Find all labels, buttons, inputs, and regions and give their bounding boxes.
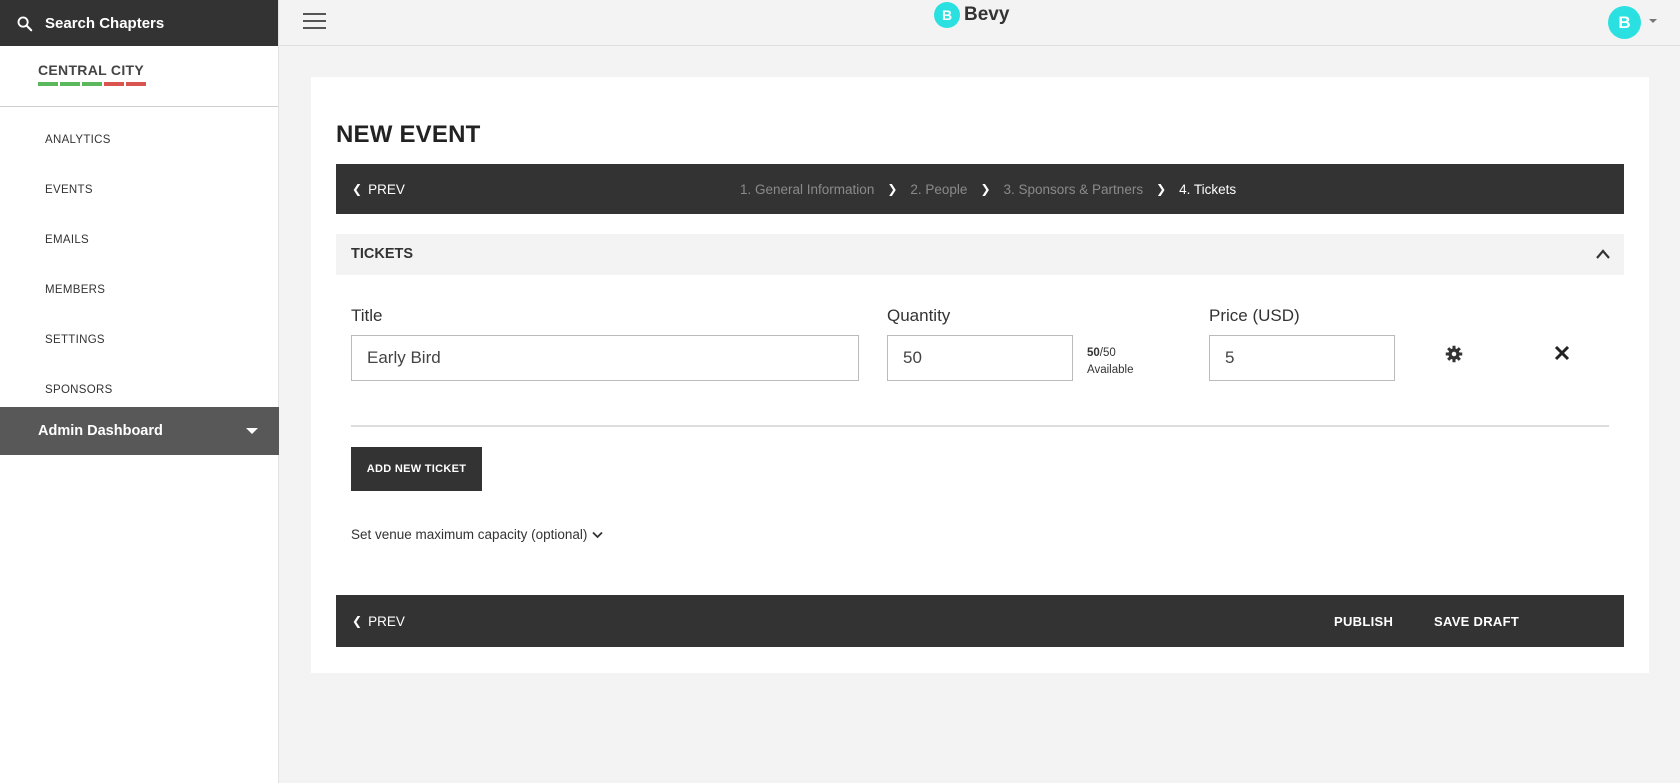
topbar: B Bevy B: [279, 0, 1680, 46]
admin-dashboard-toggle[interactable]: Admin Dashboard: [0, 407, 279, 455]
chevron-right-icon: ❯: [980, 182, 991, 196]
search-chapters[interactable]: Search Chapters: [0, 0, 278, 46]
sidebar-item-settings[interactable]: SETTINGS: [0, 315, 278, 365]
search-icon: [17, 16, 33, 31]
chevron-left-icon: ❮: [352, 614, 363, 628]
health-bar-5: [126, 82, 146, 86]
tickets-section-title: TICKETS: [351, 246, 414, 262]
prev-label: PREV: [368, 181, 405, 197]
sidebar-item-emails[interactable]: EMAILS: [0, 215, 278, 265]
step-general-information[interactable]: 1. General Information: [740, 182, 874, 197]
logo-mark-icon: B: [934, 2, 960, 28]
new-event-card: NEW EVENT ❮ PREV 1. General Information …: [311, 77, 1649, 673]
quantity-label: Quantity: [887, 306, 951, 325]
bottom-prev-label: PREV: [368, 613, 405, 629]
step-sponsors-partners[interactable]: 3. Sponsors & Partners: [1004, 182, 1144, 197]
bottom-action-bar: ❮ PREV PUBLISH SAVE DRAFT: [336, 595, 1624, 647]
health-bar-4: [104, 82, 124, 86]
gear-icon[interactable]: [1445, 345, 1463, 363]
chapter-health-bars: [38, 82, 278, 86]
health-bar-1: [38, 82, 58, 86]
chapter-name: CENTRAL CITY: [38, 62, 145, 78]
step-navigation: ❮ PREV 1. General Information ❯ 2. Peopl…: [336, 164, 1624, 214]
tickets-section-header[interactable]: TICKETS: [336, 234, 1624, 275]
available-count: 50: [1087, 347, 1100, 359]
available-total: /50: [1099, 347, 1116, 359]
available-label: Available: [1087, 364, 1134, 376]
tickets-available: 50/50 Available: [1087, 345, 1133, 379]
sidebar: Search Chapters CENTRAL CITY ANALYTICS E…: [0, 0, 279, 783]
step-people[interactable]: 2. People: [910, 182, 967, 197]
bevy-logo[interactable]: B Bevy: [934, 2, 1009, 28]
add-new-ticket-button[interactable]: ADD NEW TICKET: [351, 447, 482, 491]
avatar-caret-icon[interactable]: [1649, 19, 1657, 23]
bottom-prev-button[interactable]: ❮ PREV: [352, 595, 405, 647]
chevron-right-icon: ❯: [1156, 182, 1167, 196]
user-avatar[interactable]: B: [1608, 6, 1641, 39]
sidebar-nav: ANALYTICS EVENTS EMAILS MEMBERS SETTINGS…: [0, 107, 278, 415]
ticket-divider: [351, 425, 1609, 427]
step-breadcrumb: 1. General Information ❯ 2. People ❯ 3. …: [740, 164, 1236, 214]
chapter-header[interactable]: CENTRAL CITY: [0, 46, 278, 107]
venue-capacity-toggle[interactable]: Set venue maximum capacity (optional): [351, 527, 603, 542]
sidebar-item-events[interactable]: EVENTS: [0, 165, 278, 215]
health-bar-3: [82, 82, 102, 86]
title-label: Title: [351, 306, 383, 325]
logo-wordmark: Bevy: [964, 4, 1010, 25]
sidebar-item-analytics[interactable]: ANALYTICS: [0, 115, 278, 165]
hamburger-menu-icon[interactable]: [303, 13, 326, 31]
admin-dashboard-label: Admin Dashboard: [38, 423, 163, 439]
close-icon[interactable]: [1554, 345, 1570, 361]
ticket-quantity-input[interactable]: [887, 335, 1073, 381]
sidebar-item-members[interactable]: MEMBERS: [0, 265, 278, 315]
venue-capacity-label: Set venue maximum capacity (optional): [351, 527, 588, 542]
chevron-up-icon[interactable]: [1595, 247, 1611, 261]
save-draft-button[interactable]: SAVE DRAFT: [1434, 595, 1519, 647]
step-tickets[interactable]: 4. Tickets: [1179, 182, 1236, 197]
price-label: Price (USD): [1209, 306, 1300, 325]
chevron-left-icon: ❮: [352, 182, 363, 196]
health-bar-2: [60, 82, 80, 86]
ticket-price-input[interactable]: [1209, 335, 1395, 381]
chevron-down-icon: [592, 531, 603, 538]
caret-down-icon: [246, 428, 258, 434]
ticket-title-input[interactable]: [351, 335, 859, 381]
page-title: NEW EVENT: [336, 121, 481, 148]
prev-button[interactable]: ❮ PREV: [352, 164, 405, 214]
chevron-right-icon: ❯: [887, 182, 898, 196]
search-chapters-label: Search Chapters: [45, 14, 165, 32]
publish-button[interactable]: PUBLISH: [1334, 595, 1393, 647]
